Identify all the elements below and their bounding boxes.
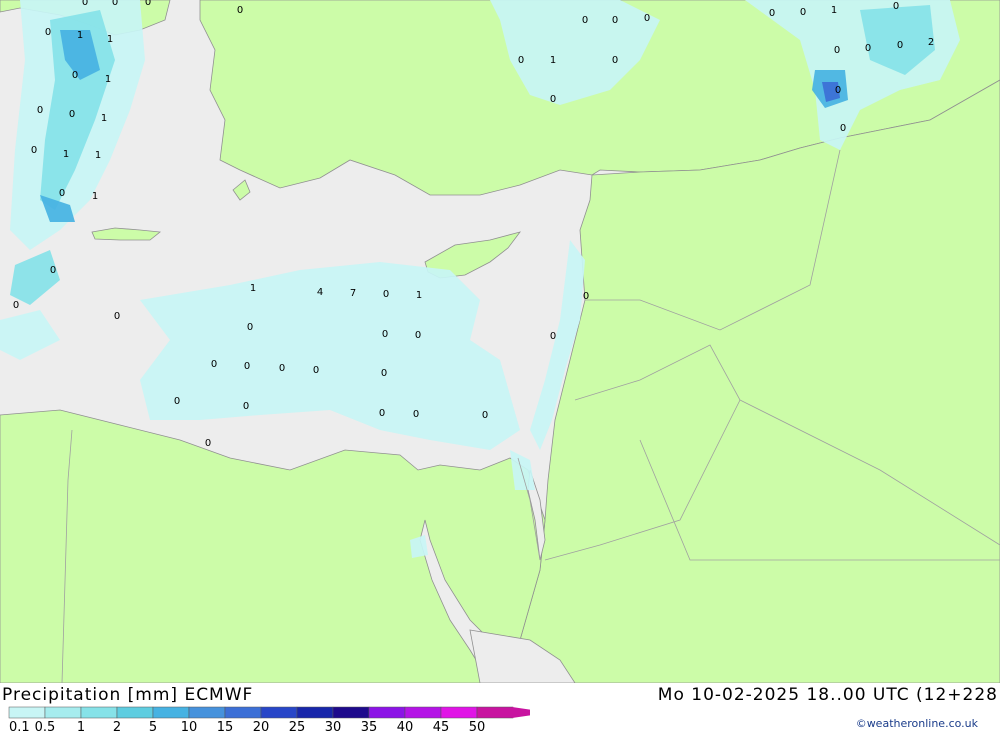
precip-value-label: 1	[95, 150, 101, 161]
precip-value-label: 0	[897, 40, 903, 51]
legend-label: 20	[253, 720, 270, 733]
legend-label: 1	[77, 720, 85, 733]
precip-value-label: 0	[583, 291, 589, 302]
precip-value-label: 0	[518, 55, 524, 66]
legend-swatch	[80, 706, 118, 719]
precip-value-label: 1	[107, 34, 113, 45]
legend-swatch	[296, 706, 334, 719]
precip-legend: 0.1 0.5 1 2 5 10 15 20 25 30 35 40 45 50	[0, 705, 549, 735]
precip-value-label: 0	[612, 55, 618, 66]
precip-value-label: 0	[313, 365, 319, 376]
legend-arrow	[512, 707, 549, 718]
precip-value-label: 1	[250, 283, 256, 294]
precip-value-label: 0	[834, 45, 840, 56]
legend-swatch	[8, 706, 46, 719]
legend-label: 15	[217, 720, 234, 733]
precip-value-label: 0	[582, 15, 588, 26]
precip-value-label: 0	[379, 408, 385, 419]
legend-swatch	[476, 706, 514, 719]
precip-value-label: 1	[77, 30, 83, 41]
precip-value-label: 0	[612, 15, 618, 26]
precip-value-label: 0	[243, 401, 249, 412]
legend-swatch	[224, 706, 262, 719]
legend-label: 5	[149, 720, 157, 733]
precip-value-label: 1	[63, 149, 69, 160]
precip-value-label: 1	[416, 290, 422, 301]
precip-value-label: 0	[72, 70, 78, 81]
precip-value-label: 0	[112, 0, 118, 8]
legend-label: 25	[289, 720, 306, 733]
precip-value-label: 0	[174, 396, 180, 407]
precip-value-label: 0	[550, 331, 556, 342]
precip-value-label: 0	[415, 330, 421, 341]
footer-bar: Precipitation [mm] ECMWF Mo 10-02-2025 1…	[0, 683, 1000, 735]
precip-value-label: 0	[413, 409, 419, 420]
precip-value-label: 0	[114, 311, 120, 322]
precip-value-label: 0	[211, 359, 217, 370]
legend-label: 0.5	[35, 720, 56, 733]
precip-value-label: 0	[382, 329, 388, 340]
legend-swatch	[152, 706, 190, 719]
legend-label: 10	[181, 720, 198, 733]
legend-label: 50	[469, 720, 486, 733]
legend-swatch	[260, 706, 298, 719]
legend-swatch	[44, 706, 82, 719]
precip-value-label: 0	[247, 322, 253, 333]
legend-swatch	[332, 706, 370, 719]
precip-value-label: 0	[383, 289, 389, 300]
legend-label: 35	[361, 720, 378, 733]
precip-value-label: 1	[92, 191, 98, 202]
precip-value-label: 7	[350, 288, 356, 299]
precip-value-label: 0	[482, 410, 488, 421]
precip-value-label: 0	[840, 123, 846, 134]
precip-value-label: 1	[101, 113, 107, 124]
precip-value-label: 0	[381, 368, 387, 379]
legend-label: 30	[325, 720, 342, 733]
map-title: Precipitation [mm] ECMWF	[2, 685, 254, 705]
precip-value-label: 0	[893, 1, 899, 12]
precip-value-label: 1	[550, 55, 556, 66]
precip-value-label: 0	[82, 0, 88, 8]
credit-link[interactable]: ©weatheronline.co.uk	[856, 717, 978, 730]
precip-value-label: 0	[237, 5, 243, 16]
precip-value-label: 0	[50, 265, 56, 276]
precip-value-label: 0	[145, 0, 151, 8]
precipitation-map: 0000001101001011010010000000100000201470…	[0, 0, 1000, 684]
precip-value-label: 0	[31, 145, 37, 156]
precip-value-label: 0	[205, 438, 211, 449]
legend-swatch	[440, 706, 478, 719]
precip-value-label: 4	[317, 287, 323, 298]
legend-label: 45	[433, 720, 450, 733]
legend-swatch	[188, 706, 226, 719]
precip-value-label: 0	[835, 85, 841, 96]
legend-swatch	[368, 706, 406, 719]
precip-value-label: 0	[865, 43, 871, 54]
precip-value-label: 0	[644, 13, 650, 24]
precip-value-label: 1	[105, 74, 111, 85]
precip-value-label: 0	[244, 361, 250, 372]
precip-value-label: 2	[928, 37, 934, 48]
precip-value-label: 1	[831, 5, 837, 16]
precip-value-label: 0	[13, 300, 19, 311]
precip-value-label: 0	[37, 105, 43, 116]
precip-value-label: 0	[69, 109, 75, 120]
legend-swatch	[404, 706, 442, 719]
legend-swatch	[116, 706, 154, 719]
legend-label: 40	[397, 720, 414, 733]
precip-value-label: 0	[59, 188, 65, 199]
precip-value-label: 0	[769, 8, 775, 19]
legend-label: 0.1	[9, 720, 30, 733]
legend-label: 2	[113, 720, 121, 733]
precip-value-label: 0	[279, 363, 285, 374]
precip-value-label: 0	[800, 7, 806, 18]
precip-value-label: 0	[550, 94, 556, 105]
precip-value-label: 0	[45, 27, 51, 38]
forecast-datetime: Mo 10-02-2025 18..00 UTC (12+228	[657, 685, 998, 705]
